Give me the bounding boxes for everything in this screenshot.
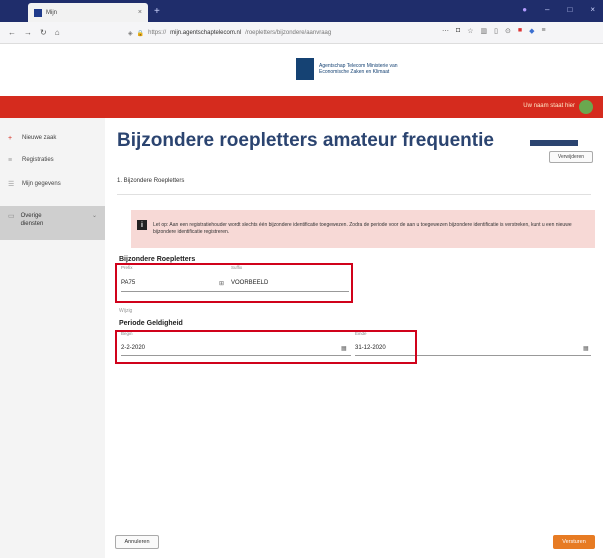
home-icon[interactable]: ⌂ bbox=[55, 28, 60, 37]
section-title: 1. Bijzondere Roepletters bbox=[117, 178, 185, 184]
callsign-group-title: Bijzondere Roepletters bbox=[119, 256, 196, 263]
sidebar-item-label: Nieuwe zaak bbox=[22, 135, 57, 141]
info-icon: i bbox=[137, 220, 147, 230]
star-icon[interactable]: ☆ bbox=[467, 27, 473, 35]
list-icon: ≡ bbox=[8, 156, 13, 164]
callsign-highlight bbox=[115, 263, 353, 303]
sidebar-item-overige-diensten[interactable]: ▭ Overige diensten ⌄ bbox=[0, 206, 105, 240]
alert-text: Let op: Aan een registratiehouder wordt … bbox=[153, 222, 572, 235]
sidebar-item-nieuwe-zaak[interactable]: + Nieuwe zaak bbox=[0, 128, 105, 148]
back-icon[interactable]: ← bbox=[8, 28, 16, 37]
library-icon[interactable]: ▥ bbox=[481, 27, 488, 35]
submit-button[interactable]: Versturen bbox=[553, 535, 595, 549]
user-bar: Uw naam staat hier bbox=[0, 96, 603, 118]
favicon-icon bbox=[34, 8, 42, 17]
main-content: Bijzondere roepletters amateur frequenti… bbox=[105, 118, 603, 558]
divider bbox=[117, 194, 591, 195]
logo-text: Agentschap Telecom Ministerie van Econom… bbox=[319, 63, 398, 75]
browser-nav-bar: ← → ↻ ⌂ ◈ 🔒 https://mijn.agentschaptelec… bbox=[0, 22, 603, 44]
sidebar-item-registraties[interactable]: ≡ Registraties bbox=[0, 150, 105, 170]
extension-red-icon[interactable]: ■ bbox=[518, 27, 522, 35]
sidebar-item-label: Mijn gegevens bbox=[22, 181, 61, 187]
url-bar[interactable]: ◈ 🔒 https://mijn.agentschaptelecom.nl/ro… bbox=[128, 26, 438, 40]
period-group-title: Periode Geldigheid bbox=[119, 320, 183, 327]
callsign-link[interactable]: Wijzig bbox=[119, 308, 132, 314]
window-controls: ● – □ × bbox=[522, 5, 595, 14]
period-highlight bbox=[115, 330, 417, 364]
url-prefix: https:// bbox=[148, 30, 167, 36]
chevron-down-icon: ⌄ bbox=[91, 213, 97, 219]
lock-icon: 🔒 bbox=[136, 30, 145, 37]
cancel-button[interactable]: Annuleren bbox=[115, 535, 159, 549]
pocket-icon[interactable]: ◘ bbox=[456, 27, 460, 35]
url-host: mijn.agentschaptelecom.nl bbox=[170, 30, 242, 36]
close-window-icon[interactable]: × bbox=[590, 5, 595, 14]
sidebar-icon[interactable]: ▯ bbox=[494, 27, 498, 35]
site-logo[interactable]: Agentschap Telecom Ministerie van Econom… bbox=[296, 58, 399, 80]
sidebar-item-mijn-gegevens[interactable]: ☰ Mijn gegevens bbox=[0, 174, 105, 194]
url-rest: /roepletters/bijzondere/aanvraag bbox=[245, 30, 332, 36]
sync-icon[interactable]: ⊙ bbox=[505, 27, 511, 35]
user-icon: ☰ bbox=[8, 181, 15, 188]
maximize-icon[interactable]: □ bbox=[567, 5, 572, 14]
forward-icon[interactable]: → bbox=[24, 28, 32, 37]
sidebar-item-label: Overige diensten bbox=[20, 213, 44, 227]
close-tab-icon[interactable]: × bbox=[138, 9, 142, 16]
info-alert: i Let op: Aan een registratiehouder word… bbox=[131, 210, 595, 248]
page-title: Bijzondere roepletters amateur frequenti… bbox=[117, 130, 494, 151]
folder-icon: ▭ bbox=[8, 213, 15, 220]
user-name[interactable]: Uw naam staat hier bbox=[523, 103, 575, 109]
new-tab-icon[interactable]: + bbox=[154, 6, 160, 17]
profile-icon[interactable]: ● bbox=[522, 5, 527, 14]
avatar-icon[interactable] bbox=[579, 100, 593, 114]
browser-tab-bar: Mijn × + ● – □ × bbox=[0, 0, 603, 22]
calendar-icon[interactable]: ▦ bbox=[583, 345, 589, 352]
status-badge bbox=[530, 140, 578, 146]
sidebar: + Nieuwe zaak ≡ Registraties ☰ Mijn gege… bbox=[0, 118, 105, 558]
site-header: Agentschap Telecom Ministerie van Econom… bbox=[0, 44, 603, 96]
delete-button[interactable]: Verwijderen bbox=[549, 151, 593, 163]
browser-toolbar-icons: ⋯ ◘ ☆ ▥ ▯ ⊙ ■ ◆ ≡ bbox=[442, 27, 546, 35]
reload-icon[interactable]: ↻ bbox=[40, 28, 47, 37]
sidebar-item-label: Registraties bbox=[22, 157, 54, 163]
menu-icon[interactable]: ≡ bbox=[542, 27, 546, 35]
extension-blue-icon[interactable]: ◆ bbox=[529, 27, 534, 35]
tab-title: Mijn bbox=[46, 9, 58, 16]
browser-tab[interactable]: Mijn × bbox=[28, 3, 148, 22]
plus-icon: + bbox=[8, 134, 13, 142]
emblem-icon bbox=[296, 58, 314, 80]
more-icon[interactable]: ⋯ bbox=[442, 27, 449, 35]
minimize-icon[interactable]: – bbox=[545, 5, 549, 14]
shield-icon: ◈ bbox=[128, 30, 133, 37]
